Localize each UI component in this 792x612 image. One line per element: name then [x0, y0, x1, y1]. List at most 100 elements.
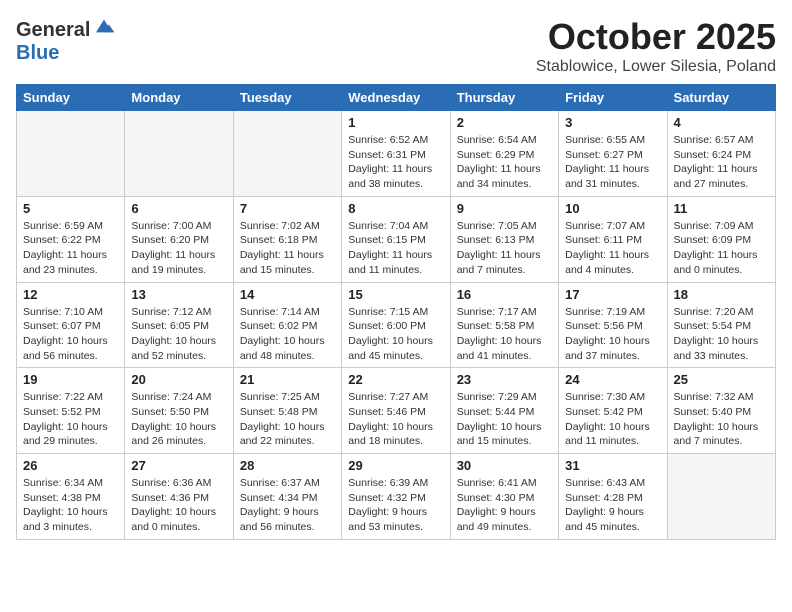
day-number: 25 [674, 372, 769, 387]
calendar-cell: 12 Sunrise: 7:10 AM Sunset: 6:07 PM Dayli… [17, 282, 125, 368]
calendar-cell [17, 111, 125, 197]
day-number: 22 [348, 372, 443, 387]
day-number: 17 [565, 287, 660, 302]
calendar-cell: 7 Sunrise: 7:02 AM Sunset: 6:18 PM Daylig… [233, 196, 341, 282]
day-info: Sunrise: 7:17 AM Sunset: 5:58 PM Dayligh… [457, 305, 552, 364]
calendar-cell: 6Sunrise: 7:00 AM Sunset: 6:20 PM Daylig… [125, 196, 233, 282]
week-row: 1 Sunrise: 6:52 AM Sunset: 6:31 PM Daylig… [17, 111, 776, 197]
day-number: 28 [240, 458, 335, 473]
day-info: Sunrise: 7:15 AM Sunset: 6:00 PM Dayligh… [348, 305, 443, 364]
day-info: Sunrise: 7:27 AM Sunset: 5:46 PM Dayligh… [348, 390, 443, 449]
calendar-cell [125, 111, 233, 197]
calendar-body: 1 Sunrise: 6:52 AM Sunset: 6:31 PM Daylig… [17, 111, 776, 540]
calendar-cell: 2Sunrise: 6:54 AM Sunset: 6:29 PM Daylig… [450, 111, 558, 197]
calendar-cell: 11 Sunrise: 7:09 AM Sunset: 6:09 PM Dayli… [667, 196, 775, 282]
calendar-cell: 26 Sunrise: 6:34 AM Sunset: 4:38 PM Dayli… [17, 454, 125, 540]
day-info: Sunrise: 7:20 AM Sunset: 5:54 PM Dayligh… [674, 305, 769, 364]
calendar-cell: 1 Sunrise: 6:52 AM Sunset: 6:31 PM Daylig… [342, 111, 450, 197]
calendar-cell: 24 Sunrise: 7:30 AM Sunset: 5:42 PM Dayli… [559, 368, 667, 454]
day-number: 21 [240, 372, 335, 387]
day-number: 15 [348, 287, 443, 302]
day-info: Sunrise: 6:52 AM Sunset: 6:31 PM Dayligh… [348, 133, 443, 192]
calendar-cell: 13Sunrise: 7:12 AM Sunset: 6:05 PM Dayli… [125, 282, 233, 368]
day-info: Sunrise: 7:04 AM Sunset: 6:15 PM Dayligh… [348, 219, 443, 278]
calendar-cell: 10 Sunrise: 7:07 AM Sunset: 6:11 PM Dayli… [559, 196, 667, 282]
logo-blue-text: Blue [16, 42, 59, 64]
day-info: Sunrise: 6:43 AM Sunset: 4:28 PM Dayligh… [565, 476, 660, 535]
day-info: Sunrise: 7:07 AM Sunset: 6:11 PM Dayligh… [565, 219, 660, 278]
day-number: 1 [348, 115, 443, 130]
week-row: 19 Sunrise: 7:22 AM Sunset: 5:52 PM Dayli… [17, 368, 776, 454]
day-info: Sunrise: 7:29 AM Sunset: 5:44 PM Dayligh… [457, 390, 552, 449]
day-number: 27 [131, 458, 226, 473]
calendar-cell: 30 Sunrise: 6:41 AM Sunset: 4:30 PM Dayli… [450, 454, 558, 540]
day-info: Sunrise: 6:37 AM Sunset: 4:34 PM Dayligh… [240, 476, 335, 535]
day-info: Sunrise: 7:02 AM Sunset: 6:18 PM Dayligh… [240, 219, 335, 278]
day-number: 3 [565, 115, 660, 130]
day-info: Sunrise: 7:32 AM Sunset: 5:40 PM Dayligh… [674, 390, 769, 449]
calendar-cell: 29 Sunrise: 6:39 AM Sunset: 4:32 PM Dayli… [342, 454, 450, 540]
weekday-header-cell: Wednesday [342, 85, 450, 111]
day-number: 12 [23, 287, 118, 302]
day-number: 16 [457, 287, 552, 302]
day-info: Sunrise: 6:41 AM Sunset: 4:30 PM Dayligh… [457, 476, 552, 535]
calendar-cell: 3 Sunrise: 6:55 AM Sunset: 6:27 PM Daylig… [559, 111, 667, 197]
day-info: Sunrise: 6:36 AM Sunset: 4:36 PM Dayligh… [131, 476, 226, 535]
day-number: 26 [23, 458, 118, 473]
day-info: Sunrise: 6:39 AM Sunset: 4:32 PM Dayligh… [348, 476, 443, 535]
week-row: 26 Sunrise: 6:34 AM Sunset: 4:38 PM Dayli… [17, 454, 776, 540]
day-number: 19 [23, 372, 118, 387]
calendar-cell: 8 Sunrise: 7:04 AM Sunset: 6:15 PM Daylig… [342, 196, 450, 282]
day-number: 30 [457, 458, 552, 473]
calendar-cell: 14Sunrise: 7:14 AM Sunset: 6:02 PM Dayli… [233, 282, 341, 368]
day-info: Sunrise: 7:09 AM Sunset: 6:09 PM Dayligh… [674, 219, 769, 278]
calendar-cell: 17 Sunrise: 7:19 AM Sunset: 5:56 PM Dayli… [559, 282, 667, 368]
day-info: Sunrise: 7:30 AM Sunset: 5:42 PM Dayligh… [565, 390, 660, 449]
day-number: 8 [348, 201, 443, 216]
day-number: 24 [565, 372, 660, 387]
calendar-table: SundayMondayTuesdayWednesdayThursdayFrid… [16, 84, 776, 540]
day-number: 18 [674, 287, 769, 302]
day-number: 20 [131, 372, 226, 387]
day-number: 23 [457, 372, 552, 387]
day-info: Sunrise: 7:05 AM Sunset: 6:13 PM Dayligh… [457, 219, 552, 278]
weekday-header-cell: Sunday [17, 85, 125, 111]
day-info: Sunrise: 6:55 AM Sunset: 6:27 PM Dayligh… [565, 133, 660, 192]
day-number: 10 [565, 201, 660, 216]
day-info: Sunrise: 7:10 AM Sunset: 6:07 PM Dayligh… [23, 305, 118, 364]
calendar-cell: 23 Sunrise: 7:29 AM Sunset: 5:44 PM Dayli… [450, 368, 558, 454]
calendar-cell: 9 Sunrise: 7:05 AM Sunset: 6:13 PM Daylig… [450, 196, 558, 282]
title-block: October 2025 Stablowice, Lower Silesia, … [536, 16, 776, 76]
day-info: Sunrise: 7:22 AM Sunset: 5:52 PM Dayligh… [23, 390, 118, 449]
month-title: October 2025 [536, 16, 776, 58]
day-number: 29 [348, 458, 443, 473]
week-row: 12 Sunrise: 7:10 AM Sunset: 6:07 PM Dayli… [17, 282, 776, 368]
day-info: Sunrise: 6:54 AM Sunset: 6:29 PM Dayligh… [457, 133, 552, 192]
calendar-cell [667, 454, 775, 540]
week-row: 5 Sunrise: 6:59 AM Sunset: 6:22 PM Daylig… [17, 196, 776, 282]
logo: General Blue [16, 16, 116, 65]
day-number: 6 [131, 201, 226, 216]
day-number: 31 [565, 458, 660, 473]
calendar-cell [233, 111, 341, 197]
day-info: Sunrise: 6:34 AM Sunset: 4:38 PM Dayligh… [23, 476, 118, 535]
calendar-cell: 21Sunrise: 7:25 AM Sunset: 5:48 PM Dayli… [233, 368, 341, 454]
day-number: 14 [240, 287, 335, 302]
day-number: 5 [23, 201, 118, 216]
calendar-cell: 27 Sunrise: 6:36 AM Sunset: 4:36 PM Dayli… [125, 454, 233, 540]
day-info: Sunrise: 6:59 AM Sunset: 6:22 PM Dayligh… [23, 219, 118, 278]
weekday-header-cell: Thursday [450, 85, 558, 111]
weekday-header-cell: Friday [559, 85, 667, 111]
calendar-cell: 16 Sunrise: 7:17 AM Sunset: 5:58 PM Dayli… [450, 282, 558, 368]
logo-general-text: General [16, 19, 90, 42]
calendar-cell: 4Sunrise: 6:57 AM Sunset: 6:24 PM Daylig… [667, 111, 775, 197]
day-number: 11 [674, 201, 769, 216]
calendar-cell: 20Sunrise: 7:24 AM Sunset: 5:50 PM Dayli… [125, 368, 233, 454]
day-number: 9 [457, 201, 552, 216]
weekday-header-cell: Monday [125, 85, 233, 111]
day-info: Sunrise: 7:19 AM Sunset: 5:56 PM Dayligh… [565, 305, 660, 364]
calendar-cell: 25 Sunrise: 7:32 AM Sunset: 5:40 PM Dayli… [667, 368, 775, 454]
calendar-cell: 18 Sunrise: 7:20 AM Sunset: 5:54 PM Dayli… [667, 282, 775, 368]
day-number: 7 [240, 201, 335, 216]
calendar-cell: 22 Sunrise: 7:27 AM Sunset: 5:46 PM Dayli… [342, 368, 450, 454]
